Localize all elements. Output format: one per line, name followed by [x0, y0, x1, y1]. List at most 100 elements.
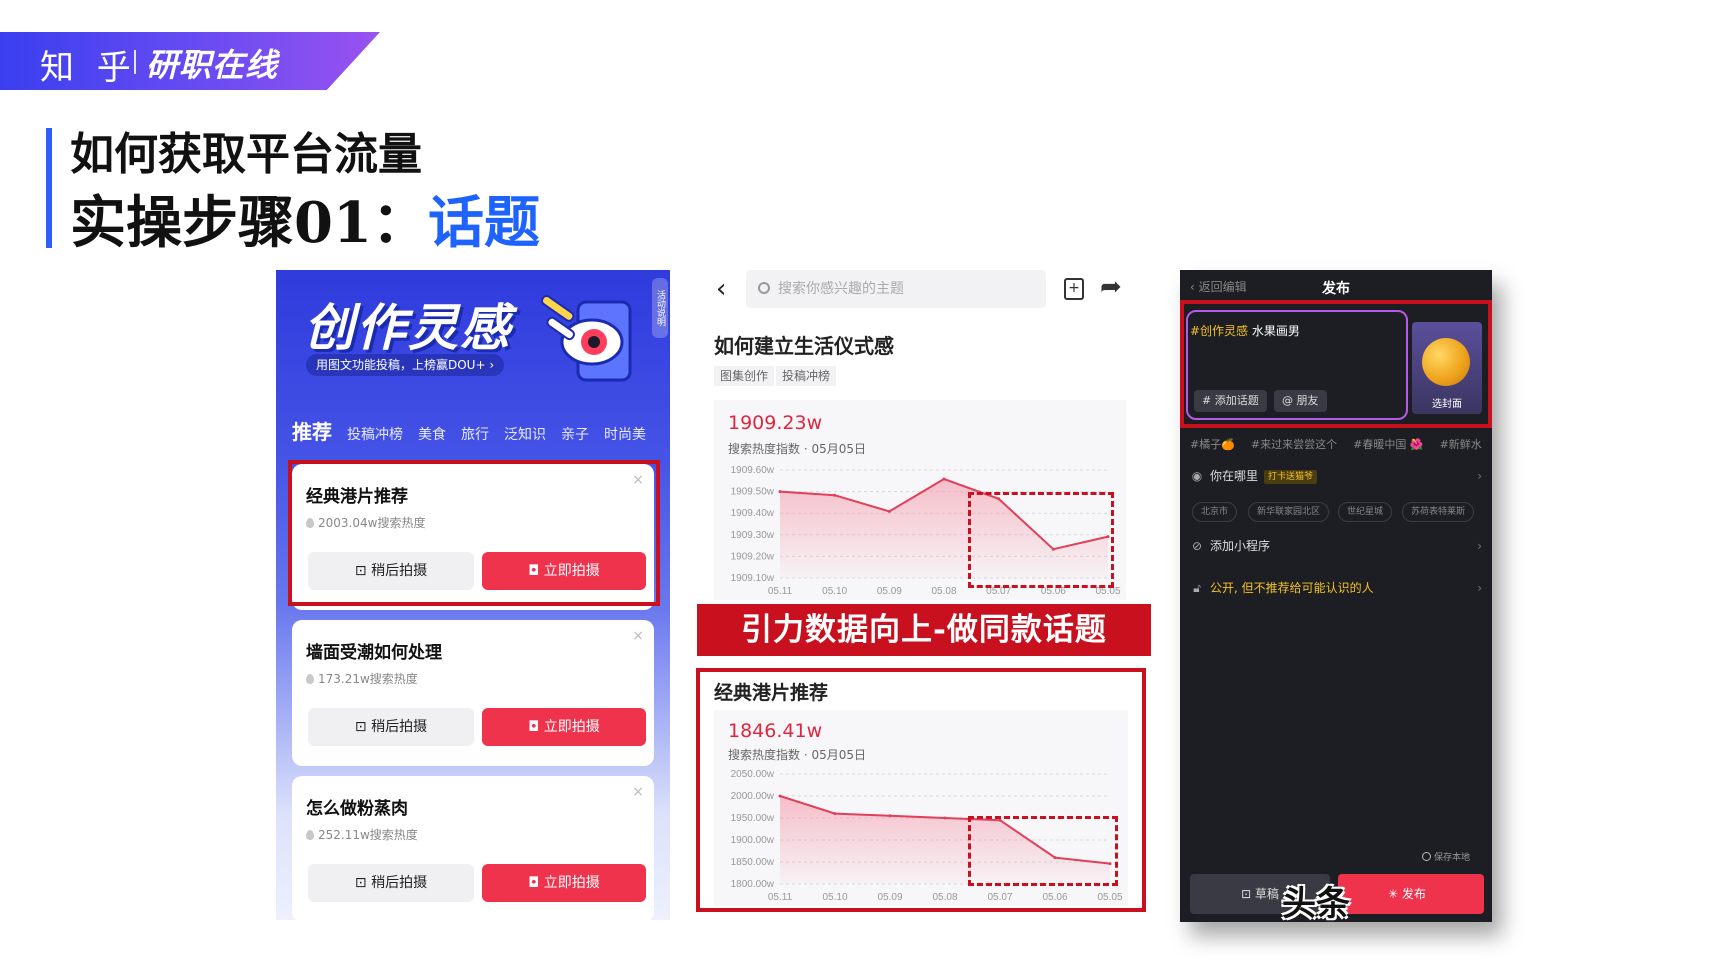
chart2-topic-title: 经典港片推荐 [714, 682, 829, 704]
title-accent-bar [46, 128, 52, 248]
shoot-now-button[interactable]: ◘ 立即拍摄 [482, 708, 646, 746]
shoot-later-button[interactable]: ⊡ 稍后拍摄 [308, 708, 474, 746]
x-tick-label: 05.08 [932, 892, 957, 903]
inspiration-subtitle-link[interactable]: 用图文功能投稿，上榜赢DOU+ › [306, 354, 505, 376]
tab-contest[interactable]: 投稿冲榜 [347, 424, 403, 444]
share-icon[interactable]: ➦ [1100, 272, 1122, 302]
x-tick-label: 05.05 [1097, 892, 1122, 903]
data-point [833, 812, 837, 816]
save-local-toggle[interactable]: 保存本地 [1421, 850, 1470, 863]
tab-travel[interactable]: 旅行 [461, 424, 489, 444]
topic-tag[interactable]: 图集创作 [714, 366, 775, 386]
miniprogram-row[interactable]: ⊘ 添加小程序 › [1190, 534, 1482, 558]
location-label: 你在哪里 [1210, 469, 1259, 483]
tab-recommend[interactable]: 推荐 [292, 416, 332, 445]
chevron-right-icon: › [1477, 581, 1482, 595]
heat-value: 1846.41w [728, 720, 823, 742]
tab-fashion[interactable]: 时尚美 [604, 424, 646, 444]
dashed-highlight-box [968, 816, 1118, 886]
activity-rules-tab[interactable]: 活动说明 [652, 278, 668, 338]
step-title: 实操步骤01：话题 [70, 178, 540, 259]
topic-card-heat: 173.21w搜索热度 [306, 670, 418, 687]
orange-thumbnail [1422, 338, 1470, 386]
add-topic-button[interactable]: # 添加话题 [1194, 390, 1267, 412]
publish-screen: 发布 ‹ 返回编辑 #创作灵感 水果画男 # 添加话题 @ 朋友 选封面 #橘子… [1180, 270, 1492, 922]
shoot-later-button[interactable]: ⊡ 稍后拍摄 [308, 864, 474, 902]
dashed-highlight-box [968, 492, 1114, 588]
data-point [833, 493, 837, 497]
y-tick-label: 1909.50w [731, 487, 775, 498]
close-icon[interactable]: × [632, 628, 644, 644]
back-icon[interactable]: ‹ [716, 274, 726, 304]
location-row[interactable]: ◉ 你在哪里 打卡送猫爷 › [1190, 464, 1482, 488]
x-tick-label: 05.09 [877, 586, 902, 597]
data-point [888, 814, 892, 818]
search-icon [758, 282, 770, 294]
search-input[interactable]: 搜索你感兴趣的主题 [746, 270, 1046, 308]
suggested-hashtags: #橘子🍊 #来过来尝尝这个 #春暖中国 🌺 #新鲜水 [1190, 436, 1492, 452]
location-badge: 打卡送猫爷 [1264, 470, 1318, 484]
tab-food[interactable]: 美食 [418, 424, 446, 444]
step-title-prefix: 实操步骤01： [70, 190, 428, 256]
y-tick-label: 1909.40w [731, 508, 775, 519]
location-chip[interactable]: 苏荷表特莱斯 [1402, 502, 1475, 522]
x-tick-label: 05.09 [877, 892, 902, 903]
y-tick-label: 1900.00w [731, 835, 775, 846]
tab-knowledge[interactable]: 泛知识 [504, 424, 546, 444]
y-tick-label: 1950.00w [731, 813, 775, 824]
y-tick-label: 1850.00w [731, 857, 775, 868]
topic-card-title: 墙面受潮如何处理 [306, 643, 442, 663]
chevron-right-icon: › [1477, 539, 1482, 553]
eye-mascot-icon [540, 294, 632, 382]
heat-drop-icon [306, 830, 314, 840]
location-pin-icon: ◉ [1191, 469, 1203, 483]
x-tick-label: 05.06 [1042, 892, 1067, 903]
x-tick-label: 05.10 [822, 892, 847, 903]
data-point [887, 509, 891, 513]
data-point [778, 794, 782, 798]
hashtag-suggestion[interactable]: #新鲜水 [1440, 438, 1482, 451]
x-tick-label: 05.11 [768, 586, 793, 597]
hashtag-suggestion[interactable]: #来过来尝尝这个 [1251, 438, 1337, 451]
x-tick-label: 05.10 [822, 586, 847, 597]
toutiao-watermark: 头条 [1282, 884, 1350, 924]
tab-parenting[interactable]: 亲子 [561, 424, 589, 444]
y-tick-label: 2000.00w [731, 791, 775, 802]
lock-icon: 🔓︎ [1193, 581, 1201, 595]
y-tick-label: 2050.00w [731, 769, 775, 780]
callout-banner: 引力数据向上-做同款话题 [697, 604, 1151, 656]
bookmark-icon[interactable]: + [1064, 278, 1084, 300]
publish-button[interactable]: ✳ 发布 [1338, 874, 1484, 914]
topic-tag[interactable]: 投稿冲榜 [776, 366, 837, 386]
topic-card-title: 怎么做粉蒸肉 [306, 799, 408, 819]
location-chip[interactable]: 北京市 [1192, 502, 1238, 522]
close-icon[interactable]: × [632, 784, 644, 800]
hashtag-suggestion[interactable]: #春暖中国 🌺 [1353, 438, 1423, 451]
topic-card-heat: 252.11w搜索热度 [306, 826, 418, 843]
caption-hashtag: #创作灵感 [1190, 324, 1249, 338]
chevron-right-icon: › [1477, 469, 1482, 483]
privacy-label: 公开, 但不推荐给可能认识的人 [1210, 581, 1374, 595]
privacy-row[interactable]: 🔓︎ 公开, 但不推荐给可能认识的人 › [1190, 576, 1482, 600]
data-point [778, 490, 782, 494]
y-tick-label: 1909.20w [731, 551, 775, 562]
location-chip[interactable]: 世纪星城 [1338, 502, 1393, 522]
topic-title: 如何建立生活仪式感 [714, 334, 894, 358]
data-point [942, 477, 946, 481]
x-tick-label: 05.07 [987, 892, 1012, 903]
y-tick-label: 1800.00w [731, 879, 775, 890]
cover-picker[interactable]: 选封面 [1412, 322, 1482, 414]
location-chip[interactable]: 新华联家园北区 [1248, 502, 1330, 522]
shoot-now-button[interactable]: ◘ 立即拍摄 [482, 864, 646, 902]
cover-label: 选封面 [1432, 399, 1462, 410]
topic-card: 怎么做粉蒸肉 252.11w搜索热度 × ⊡ 稍后拍摄 ◘ 立即拍摄 [292, 776, 654, 920]
category-tabs: 推荐 投稿冲榜 美食 旅行 泛知识 亲子 时尚美 [292, 416, 661, 445]
heat-caption: 搜索热度指数 · 05月05日 [728, 748, 866, 762]
brand-banner: 知 乎 研职在线 [0, 32, 380, 90]
data-point [943, 816, 947, 820]
mention-friend-button[interactable]: @ 朋友 [1274, 390, 1327, 412]
inspiration-hero-title: 创作灵感 [304, 299, 512, 357]
hashtag-suggestion[interactable]: #橘子🍊 [1190, 438, 1235, 451]
back-to-edit-link[interactable]: ‹ 返回编辑 [1190, 278, 1247, 295]
caption-text: #创作灵感 水果画男 [1190, 324, 1300, 338]
